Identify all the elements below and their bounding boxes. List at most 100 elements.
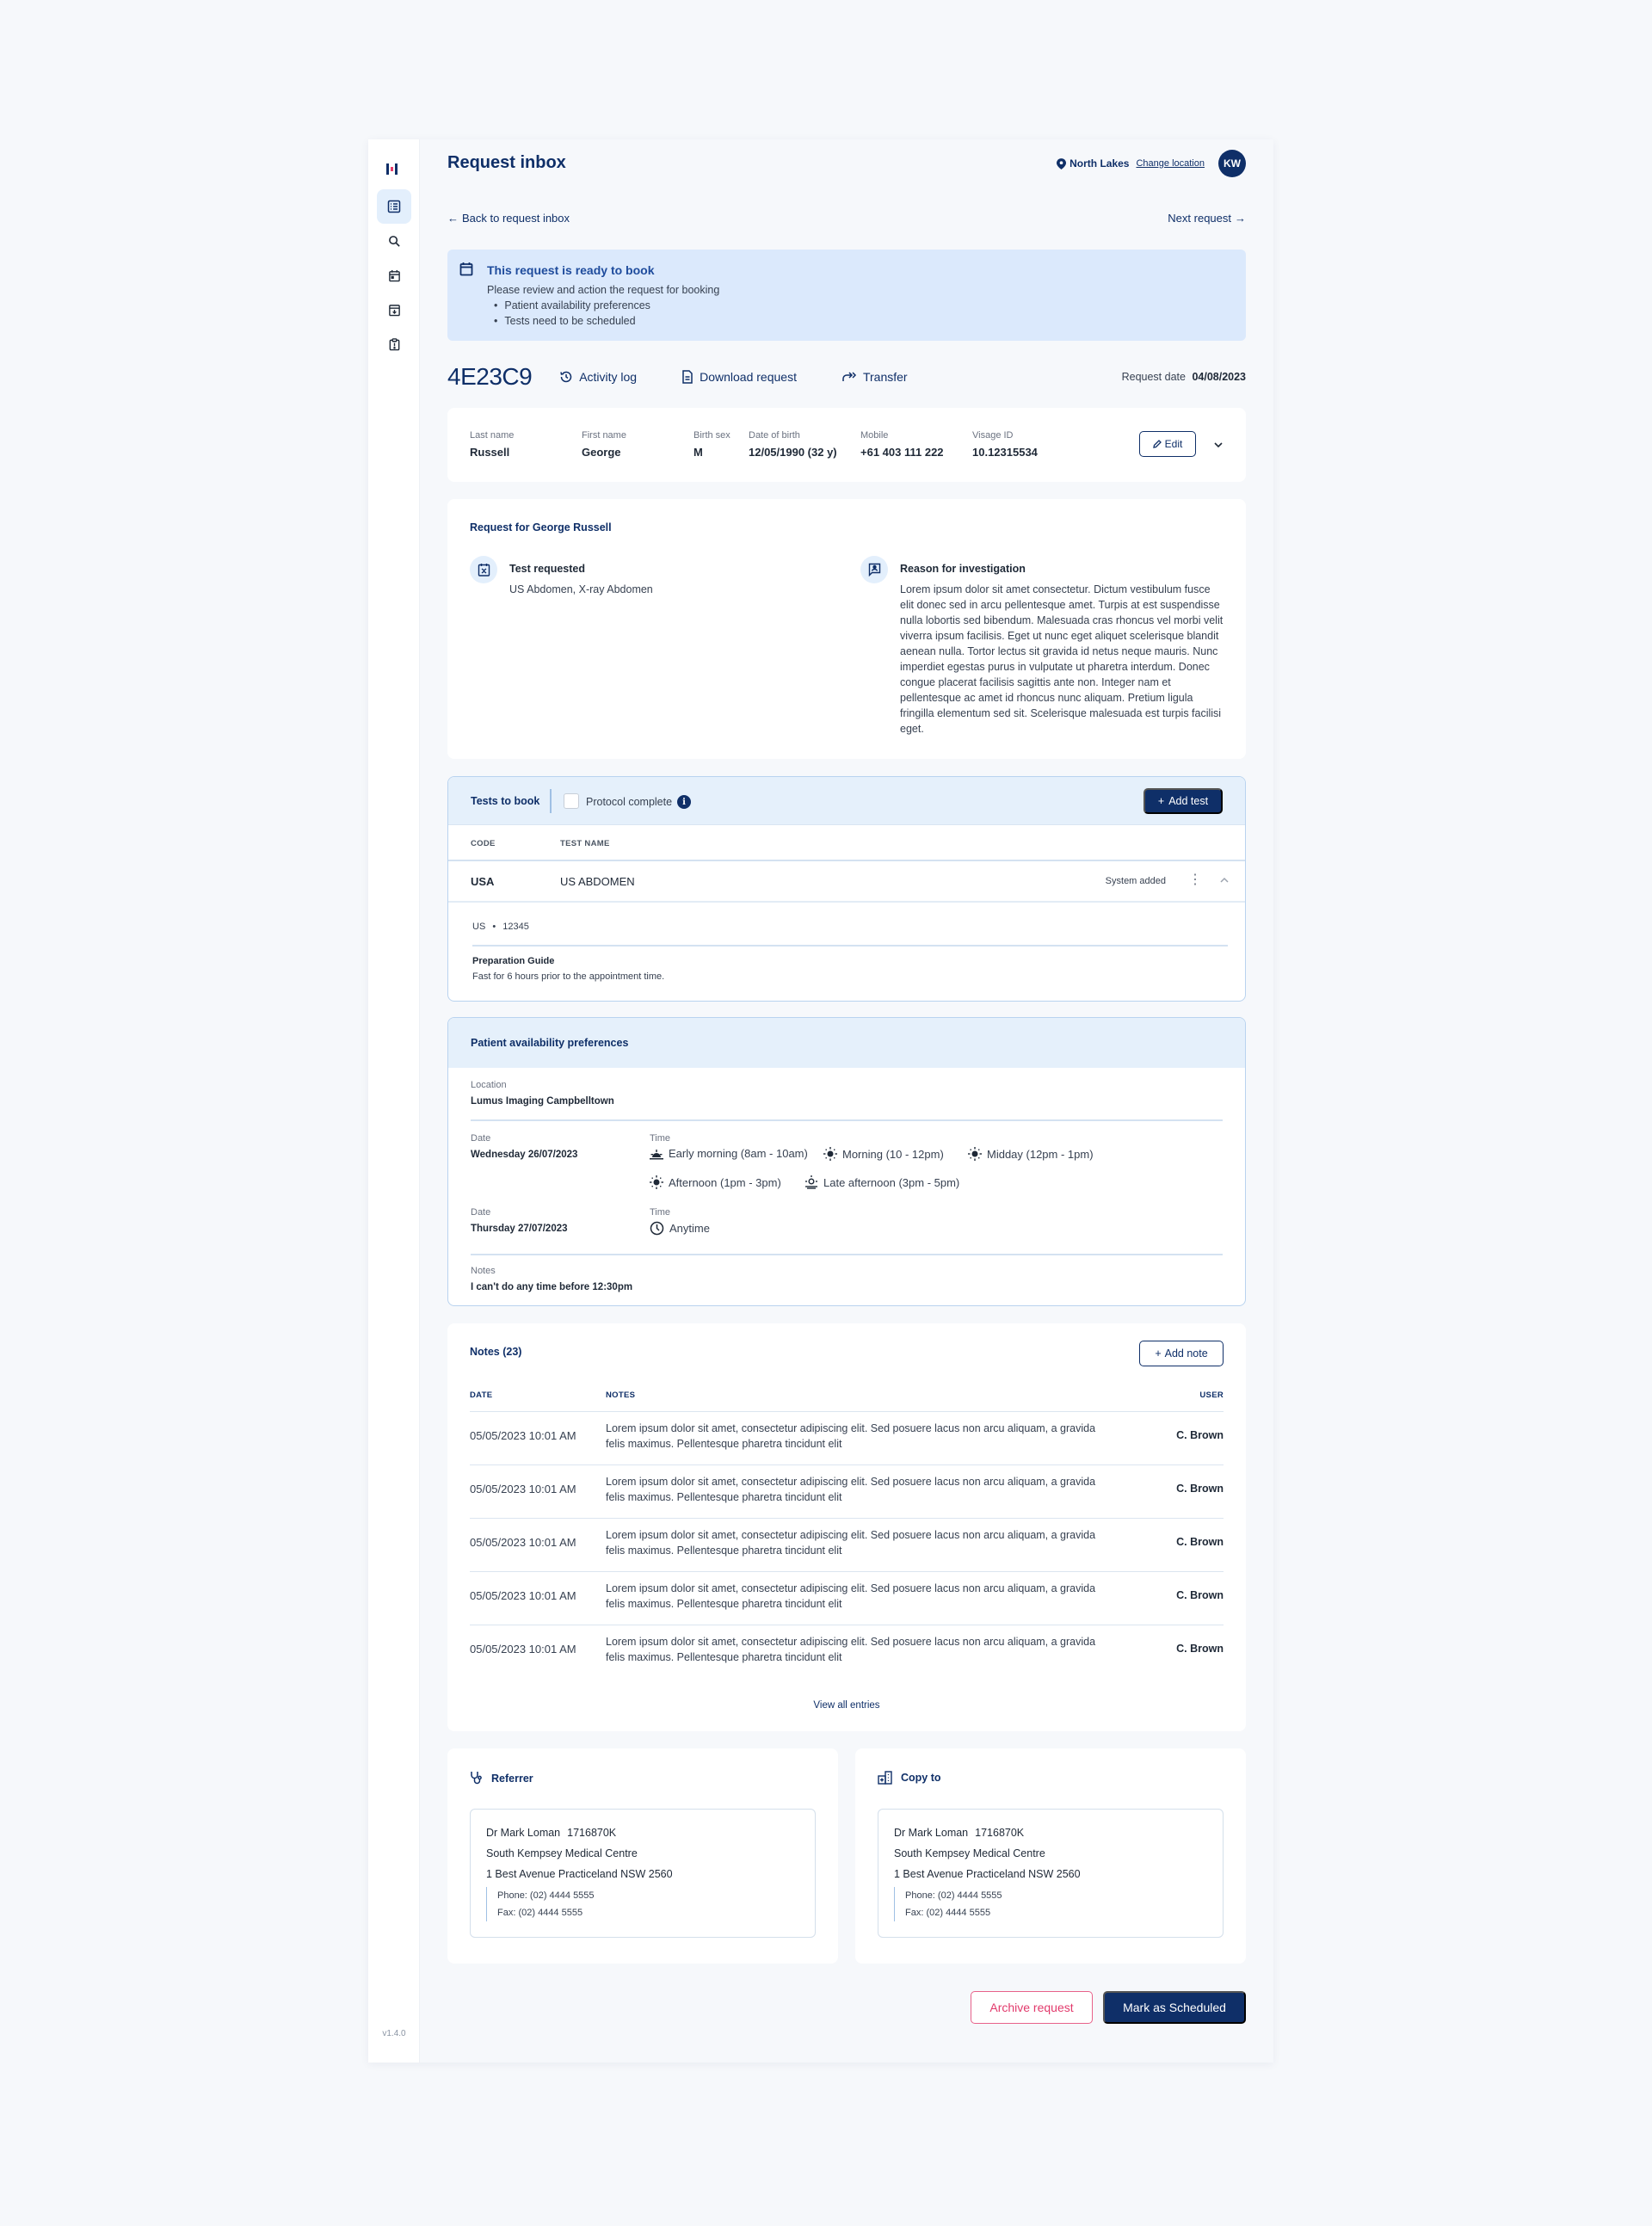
test-row[interactable]: USA US ABDOMEN System added ⋮ <box>448 860 1245 903</box>
modality: US <box>472 922 486 932</box>
availability-title: Patient availability preferences <box>471 1037 629 1049</box>
info-icon[interactable]: i <box>677 795 692 809</box>
sidebar-item-alerts[interactable] <box>377 327 411 361</box>
note-user: C. Brown <box>1176 1429 1224 1441</box>
edit-patient-button[interactable]: Edit <box>1139 431 1196 457</box>
practice-name: South Kempsey Medical Centre <box>894 1847 1045 1859</box>
notes-value: I can't do any time before 12:30pm <box>471 1282 633 1292</box>
reason-icon-wrap <box>860 556 888 583</box>
reason-text: Lorem ipsum dolor sit amet consectetur. … <box>900 583 1224 735</box>
next-link-label: Next request <box>1168 212 1231 225</box>
time-slot: Early morning (8am - 10am) <box>650 1147 808 1160</box>
prep-guide-text: Fast for 6 hours prior to the appointmen… <box>472 971 665 982</box>
view-all-entries-link[interactable]: View all entries <box>447 1700 1246 1711</box>
detail-divider <box>472 945 1228 947</box>
note-date: 05/05/2023 10:01 AM <box>470 1536 576 1549</box>
add-test-button[interactable]: + Add test <box>1143 788 1223 814</box>
patient-dob: Date of birth 12/05/1990 (32 y) <box>749 430 837 459</box>
time-slot-label: Morning (10 - 12pm) <box>842 1147 944 1161</box>
sun-icon <box>650 1175 663 1189</box>
transfer-label: Transfer <box>862 370 908 384</box>
time-label: Time <box>650 1133 671 1144</box>
chevron-up-icon[interactable] <box>1219 873 1230 888</box>
column-header-code: CODE <box>471 839 496 848</box>
fax: Fax: (02) 4444 5555 <box>905 1908 991 1918</box>
referrer-name-line: Dr Mark Loman 1716870K <box>486 1827 799 1839</box>
sidebar: v1.4.0 <box>368 139 420 2063</box>
note-user: C. Brown <box>1176 1643 1224 1655</box>
note-row: 05/05/2023 10:01 AM Lorem ipsum dolor si… <box>470 1411 1224 1464</box>
time-label: Time <box>650 1207 671 1218</box>
more-vertical-icon[interactable]: ⋮ <box>1188 872 1202 889</box>
add-note-label: Add note <box>1164 1347 1208 1360</box>
date-value: Wednesday 26/07/2023 <box>471 1150 578 1160</box>
field-label: First name <box>582 430 626 441</box>
alert-body: Please review and action the request for… <box>487 282 719 329</box>
add-note-button[interactable]: + Add note <box>1139 1341 1224 1366</box>
transfer-button[interactable]: Transfer <box>841 370 908 384</box>
archive-request-button[interactable]: Archive request <box>971 1991 1093 2024</box>
column-header-test-name: TEST NAME <box>560 839 610 848</box>
back-link-label: Back to request inbox <box>462 212 570 225</box>
field-value: 10.12315534 <box>972 446 1038 459</box>
add-test-label: Add test <box>1168 795 1209 807</box>
sidebar-item-calendar[interactable] <box>377 258 411 293</box>
sidebar-item-search[interactable] <box>377 224 411 258</box>
fax: Fax: (02) 4444 5555 <box>497 1908 583 1918</box>
time-slot-label: Late afternoon (3pm - 5pm) <box>823 1175 960 1189</box>
time-slot-label: Early morning (8am - 10am) <box>669 1147 808 1160</box>
test-status: System added <box>1105 876 1166 886</box>
protocol-label-text: Protocol complete <box>586 796 673 808</box>
time-slot-label: Afternoon (1pm - 3pm) <box>669 1175 781 1189</box>
change-location-link[interactable]: Change location <box>1136 158 1205 169</box>
list-icon <box>387 200 401 213</box>
mark-as-scheduled-button[interactable]: Mark as Scheduled <box>1103 1991 1246 2024</box>
time-slot: Late afternoon (3pm - 5pm) <box>804 1175 959 1189</box>
tests-to-book-card: Tests to book Protocol complete i + Add … <box>447 776 1246 1002</box>
availability-card: Patient availability preferences Locatio… <box>447 1017 1246 1306</box>
message-person-icon <box>868 563 880 577</box>
protocol-complete-checkbox[interactable] <box>564 793 579 809</box>
notes-title: Notes (23) <box>470 1346 522 1358</box>
tests-title: Tests to book <box>471 795 540 807</box>
document-icon <box>682 370 693 384</box>
phone: Phone: (02) 4444 5555 <box>905 1890 1002 1901</box>
protocol-complete-label: Protocol complete i <box>586 795 692 809</box>
provider-number: 1716870K <box>567 1827 617 1839</box>
note-row: 05/05/2023 10:01 AM Lorem ipsum dolor si… <box>470 1571 1224 1625</box>
note-user: C. Brown <box>1176 1536 1224 1548</box>
field-value: 12/05/1990 (32 y) <box>749 446 837 459</box>
chevron-down-icon[interactable] <box>1213 437 1224 453</box>
date-value: Thursday 27/07/2023 <box>471 1224 568 1234</box>
time-slot: Midday (12pm - 1pm) <box>968 1147 1094 1161</box>
note-row: 05/05/2023 10:01 AM Lorem ipsum dolor si… <box>470 1518 1224 1571</box>
app-logo <box>386 163 398 175</box>
user-avatar[interactable]: KW <box>1218 150 1246 177</box>
test-requested-icon-wrap <box>470 556 497 583</box>
notes-label: Notes <box>471 1266 496 1276</box>
sun-icon <box>823 1147 837 1161</box>
activity-log-button[interactable]: Activity log <box>559 370 637 384</box>
field-label: Date of birth <box>749 430 800 441</box>
download-request-button[interactable]: Download request <box>681 370 797 384</box>
patient-last-name: Last name Russell <box>470 430 514 459</box>
next-request-link[interactable]: Next request → <box>1168 212 1246 225</box>
header-divider <box>550 789 552 813</box>
location-area: North Lakes Change location KW <box>1057 150 1246 177</box>
provider-number: 1716870K <box>975 1827 1025 1839</box>
note-row: 05/05/2023 10:01 AM Lorem ipsum dolor si… <box>470 1625 1224 1678</box>
alert-item: Patient availability preferences <box>494 298 719 313</box>
alert-item: Tests need to be scheduled <box>494 313 719 329</box>
copy-to-name-line: Dr Mark Loman 1716870K <box>894 1827 1207 1839</box>
history-icon <box>560 371 572 383</box>
divider <box>471 1119 1223 1121</box>
back-to-inbox-link[interactable]: ← Back to request inbox <box>447 212 570 225</box>
sidebar-item-request-inbox[interactable] <box>377 189 411 224</box>
clipboard-alert-icon <box>389 337 399 350</box>
field-value: +61 403 111 222 <box>860 446 944 459</box>
sidebar-item-archive[interactable] <box>377 293 411 327</box>
column-header-notes: NOTES <box>606 1390 636 1400</box>
note-text: Lorem ipsum dolor sit amet, consectetur … <box>606 1636 1096 1663</box>
field-value: M <box>693 446 703 459</box>
note-text: Lorem ipsum dolor sit amet, consectetur … <box>606 1529 1096 1557</box>
